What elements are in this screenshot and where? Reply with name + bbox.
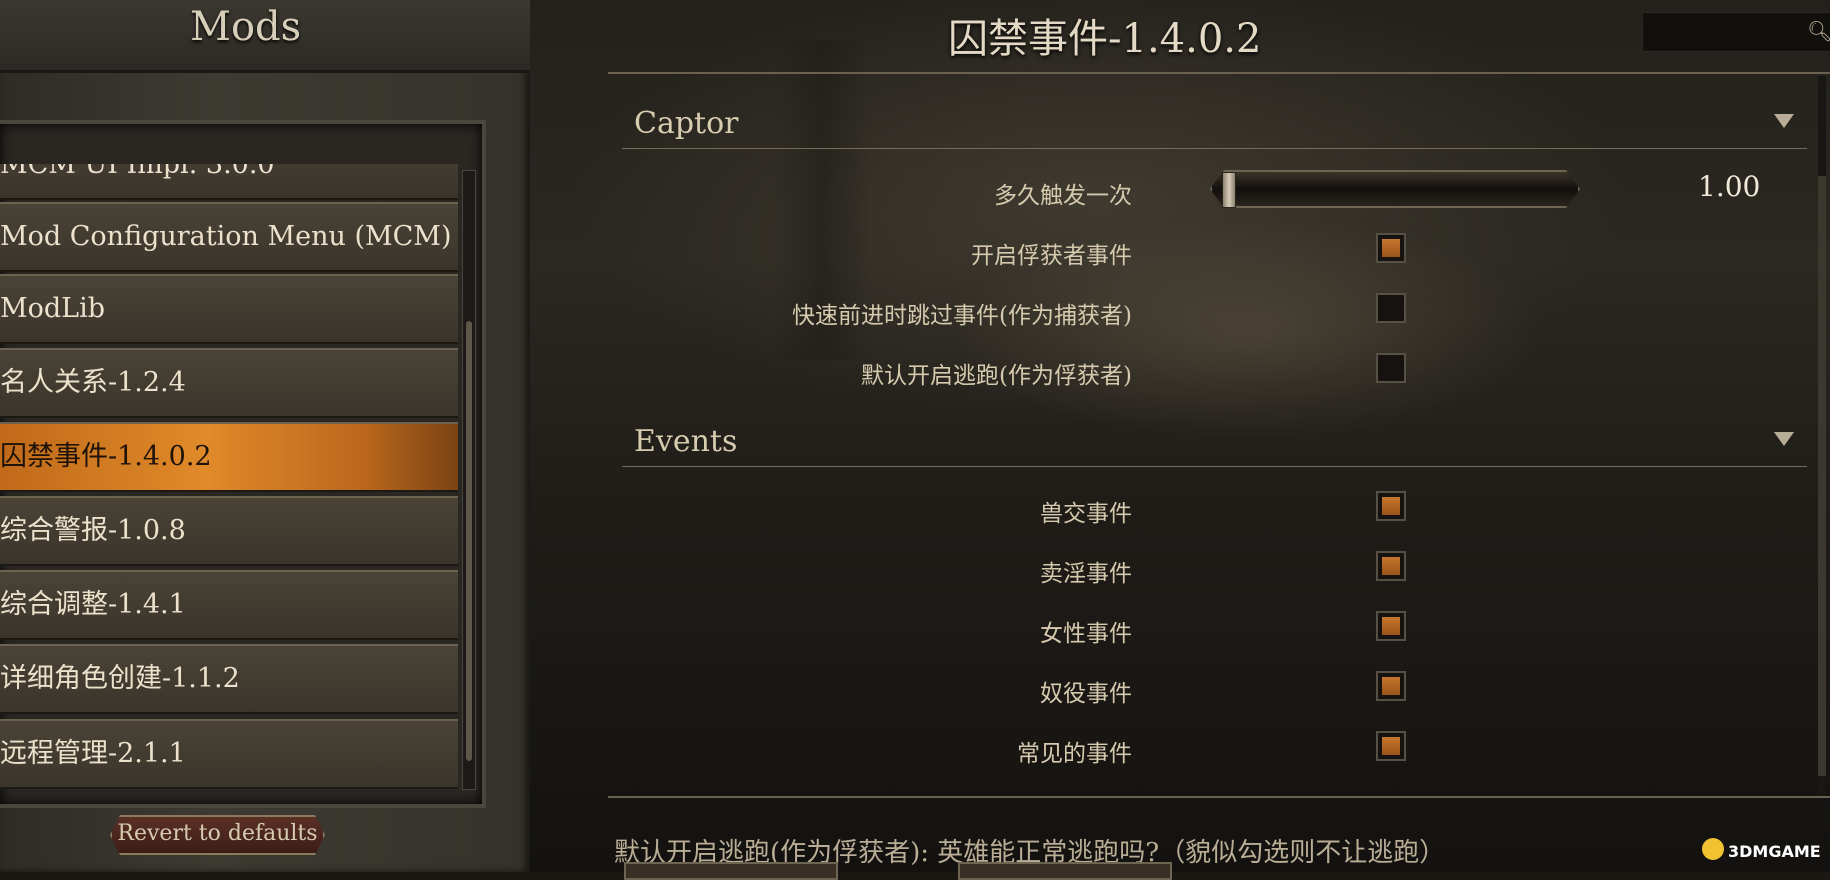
mod-item-captivity-events[interactable]: 囚禁事件-1.4.0.2 [0, 422, 458, 492]
section-divider [622, 148, 1807, 149]
mods-list: MCM UI Impl. 3.0.0 Mod Configuration Men… [0, 164, 460, 800]
checkbox-default-escape[interactable] [1376, 353, 1406, 383]
page-title: 囚禁事件-1.4.0.2 [948, 16, 1262, 62]
option-label-common-events: 常见的事件 [1017, 741, 1132, 767]
mod-item-mcm[interactable]: Mod Configuration Menu (MCM) 3 [0, 202, 458, 272]
mod-item-celebrity-relations[interactable]: 名人关系-1.2.4 [0, 348, 458, 418]
slider-value: 1.00 [1698, 170, 1761, 203]
section-title-captor[interactable]: Captor [634, 106, 739, 141]
footer-divider [608, 796, 1830, 798]
mods-panel: Mods MCM UI Impl. 3.0.0 Mod Configuratio… [0, 0, 530, 872]
trigger-frequency-slider[interactable] [1210, 170, 1580, 208]
checkbox-female-events[interactable] [1376, 611, 1406, 641]
watermark-logo-icon [1702, 838, 1724, 860]
mods-list-scrollbar[interactable] [462, 170, 476, 790]
option-label-prostitution-events: 卖淫事件 [1040, 561, 1132, 587]
checkbox-common-events[interactable] [1376, 731, 1406, 761]
footer-button[interactable] [624, 862, 838, 880]
option-label-skip-fast-forward: 快速前进时跳过事件(作为捕获者) [792, 303, 1132, 329]
search-icon[interactable]: 🔍︎ [1807, 19, 1830, 43]
revert-to-defaults-button[interactable]: Revert to defaults [110, 815, 325, 855]
options-scroll-thumb[interactable] [1818, 176, 1826, 776]
option-label-bestiality-events: 兽交事件 [1040, 501, 1132, 527]
mod-item-alerts[interactable]: 综合警报-1.0.8 [0, 496, 458, 566]
slider-handle[interactable] [1222, 172, 1236, 208]
checkbox-captor-events[interactable] [1376, 233, 1406, 263]
checkbox-bestiality-events[interactable] [1376, 491, 1406, 521]
chevron-down-icon[interactable] [1774, 432, 1794, 446]
search-input[interactable]: 🔍︎ [1642, 12, 1830, 52]
checkbox-skip-fast-forward[interactable] [1376, 293, 1406, 323]
option-label-default-escape: 默认开启逃跑(作为俘获者) [861, 363, 1132, 389]
checkbox-prostitution-events[interactable] [1376, 551, 1406, 581]
option-label-trigger-frequency: 多久触发一次 [994, 183, 1132, 209]
mods-list-scroll-thumb[interactable] [466, 321, 472, 761]
mod-item-mcm-ui-impl[interactable]: MCM UI Impl. 3.0.0 [0, 164, 458, 200]
mod-item-adjustments[interactable]: 综合调整-1.4.1 [0, 570, 458, 640]
watermark: 3DMGAME [1728, 842, 1821, 861]
options-scrollbar[interactable] [1818, 76, 1826, 796]
section-title-events[interactable]: Events [634, 424, 737, 459]
mod-item-modlib[interactable]: ModLib [0, 274, 458, 344]
header-divider [608, 72, 1830, 74]
mod-item-character-creation[interactable]: 详细角色创建-1.1.2 [0, 644, 458, 714]
option-label-slavery-events: 奴役事件 [1040, 681, 1132, 707]
option-label-female-events: 女性事件 [1040, 621, 1132, 647]
mods-panel-title: Mods [190, 4, 302, 50]
mod-item-remote-management[interactable]: 远程管理-2.1.1 [0, 719, 458, 789]
section-divider [622, 466, 1807, 467]
option-label-captor-events: 开启俘获者事件 [971, 243, 1132, 269]
chevron-down-icon[interactable] [1774, 114, 1794, 128]
checkbox-slavery-events[interactable] [1376, 671, 1406, 701]
footer-button[interactable] [958, 862, 1172, 880]
